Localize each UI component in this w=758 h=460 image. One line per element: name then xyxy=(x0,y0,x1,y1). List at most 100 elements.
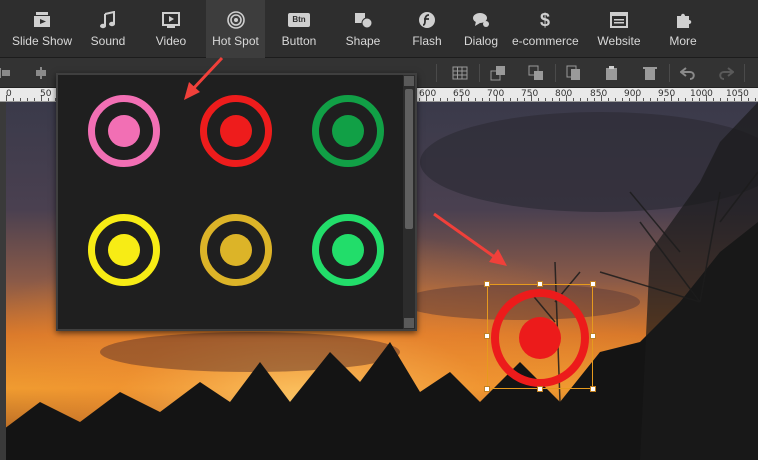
music-note-icon xyxy=(82,9,134,31)
ruler-tick xyxy=(545,98,546,101)
resize-handle-w[interactable] xyxy=(484,333,490,339)
toolbar-dialog-button[interactable]: Dialog xyxy=(460,0,502,58)
flash-icon xyxy=(406,9,448,31)
scroll-down-arrow-icon[interactable] xyxy=(404,318,414,328)
slideshow-icon xyxy=(8,9,76,31)
toolbar-website-label: Website xyxy=(597,34,641,48)
grid-icon[interactable] xyxy=(451,64,469,82)
ruler-tick xyxy=(587,98,588,101)
target-icon xyxy=(206,9,265,31)
ruler-label: 1000 xyxy=(690,89,713,99)
ruler-label: 900 xyxy=(624,89,642,99)
ruler-tick xyxy=(440,98,441,101)
toolbar-button-button[interactable]: Btn Button xyxy=(276,0,322,58)
separator xyxy=(744,64,745,82)
send-back-icon[interactable] xyxy=(527,64,545,82)
ruler-label: 700 xyxy=(487,89,505,99)
ruler-tick xyxy=(13,98,14,101)
ruler-tick xyxy=(517,98,518,101)
ruler-tick xyxy=(510,98,511,101)
toolbar-flash-button[interactable]: Flash xyxy=(406,0,448,58)
ruler-label: 1050 xyxy=(726,89,749,99)
hotspot-style-picker xyxy=(56,73,417,331)
toolbar-dialog-label: Dialog xyxy=(463,34,499,48)
ruler-tick xyxy=(720,98,721,101)
picker-scrollbar[interactable] xyxy=(403,75,415,329)
ruler-tick xyxy=(608,98,609,101)
ruler-label: 750 xyxy=(521,89,539,99)
toolbar-button-label: Button xyxy=(281,34,317,48)
paste-icon[interactable] xyxy=(603,64,621,82)
ruler-tick xyxy=(622,98,623,101)
separator xyxy=(555,64,556,82)
hotspot-style-green[interactable] xyxy=(312,95,384,167)
dollar-icon: $ xyxy=(539,9,550,30)
canvas-left-edge xyxy=(0,102,6,460)
ruler-tick xyxy=(615,98,616,101)
resize-handle-e[interactable] xyxy=(590,333,596,339)
toolbar-video-label: Video xyxy=(155,34,187,48)
toolbar-ecommerce-label: e-commerce xyxy=(512,34,579,48)
ruler-tick xyxy=(713,98,714,101)
hotspot-style-light-green[interactable] xyxy=(312,214,384,286)
toolbar-website-button[interactable]: Website xyxy=(594,0,644,58)
resize-handle-se[interactable] xyxy=(590,386,596,392)
puzzle-icon xyxy=(662,9,704,31)
toolbar-shape-label: Shape xyxy=(345,34,381,48)
scroll-up-arrow-icon[interactable] xyxy=(404,76,414,86)
toolbar-slideshow-label: Slide Show xyxy=(11,34,73,48)
toolbar-more-label: More xyxy=(669,34,697,48)
ruler-tick xyxy=(447,98,448,101)
undo-icon[interactable] xyxy=(679,64,697,82)
toolbar-shape-button[interactable]: Shape xyxy=(340,0,386,58)
ruler-tick xyxy=(552,98,553,101)
toolbar-sound-label: Sound xyxy=(90,34,126,48)
hotspot-style-red[interactable] xyxy=(200,95,272,167)
shape-icon xyxy=(340,9,386,31)
toolbar-ecommerce-button[interactable]: $ e-commerce xyxy=(512,0,579,58)
separator xyxy=(436,64,437,82)
ruler-tick xyxy=(482,98,483,101)
ruler-tick xyxy=(650,98,651,101)
ruler-label: 950 xyxy=(658,89,676,99)
hotspot-style-gold[interactable] xyxy=(200,214,272,286)
toolbar-slideshow-button[interactable]: Slide Show xyxy=(8,0,76,58)
video-icon xyxy=(146,9,196,31)
ruler-tick xyxy=(678,98,679,101)
ruler-tick xyxy=(573,98,574,101)
selected-hotspot[interactable] xyxy=(484,281,596,392)
btn-icon: Btn xyxy=(276,9,322,31)
ruler-tick xyxy=(475,98,476,101)
ruler-label: 800 xyxy=(555,89,573,99)
separator xyxy=(479,64,480,82)
align-left-icon[interactable] xyxy=(0,64,14,82)
hotspot-style-yellow[interactable] xyxy=(88,214,160,286)
resize-handle-ne[interactable] xyxy=(590,281,596,287)
toolbar-video-button[interactable]: Video xyxy=(146,0,196,58)
toolbar-sound-button[interactable]: Sound xyxy=(82,0,134,58)
ruler-label: 850 xyxy=(590,89,608,99)
ruler-label: 0 xyxy=(6,89,12,99)
toolbar-flash-label: Flash xyxy=(412,34,442,48)
ruler-tick xyxy=(643,98,644,101)
separator xyxy=(669,64,670,82)
hotspot-style-pink[interactable] xyxy=(88,95,160,167)
toolbar-more-button[interactable]: More xyxy=(662,0,704,58)
website-icon xyxy=(594,9,644,31)
copy-icon[interactable] xyxy=(565,64,583,82)
bring-front-icon[interactable] xyxy=(489,64,507,82)
delete-icon[interactable] xyxy=(641,64,659,82)
redo-icon[interactable] xyxy=(717,64,735,82)
hotspot-core xyxy=(519,317,561,359)
align-center-icon[interactable] xyxy=(32,64,50,82)
ruler-tick xyxy=(20,98,21,101)
resize-handle-nw[interactable] xyxy=(484,281,490,287)
ruler-tick xyxy=(685,98,686,101)
ruler-label: 650 xyxy=(453,89,471,99)
ruler-label: 600 xyxy=(419,89,437,99)
resize-handle-s[interactable] xyxy=(537,386,543,392)
resize-handle-sw[interactable] xyxy=(484,386,490,392)
scroll-thumb[interactable] xyxy=(405,89,413,229)
toolbar-hotspot-button[interactable]: Hot Spot xyxy=(206,0,265,58)
resize-handle-n[interactable] xyxy=(537,281,543,287)
